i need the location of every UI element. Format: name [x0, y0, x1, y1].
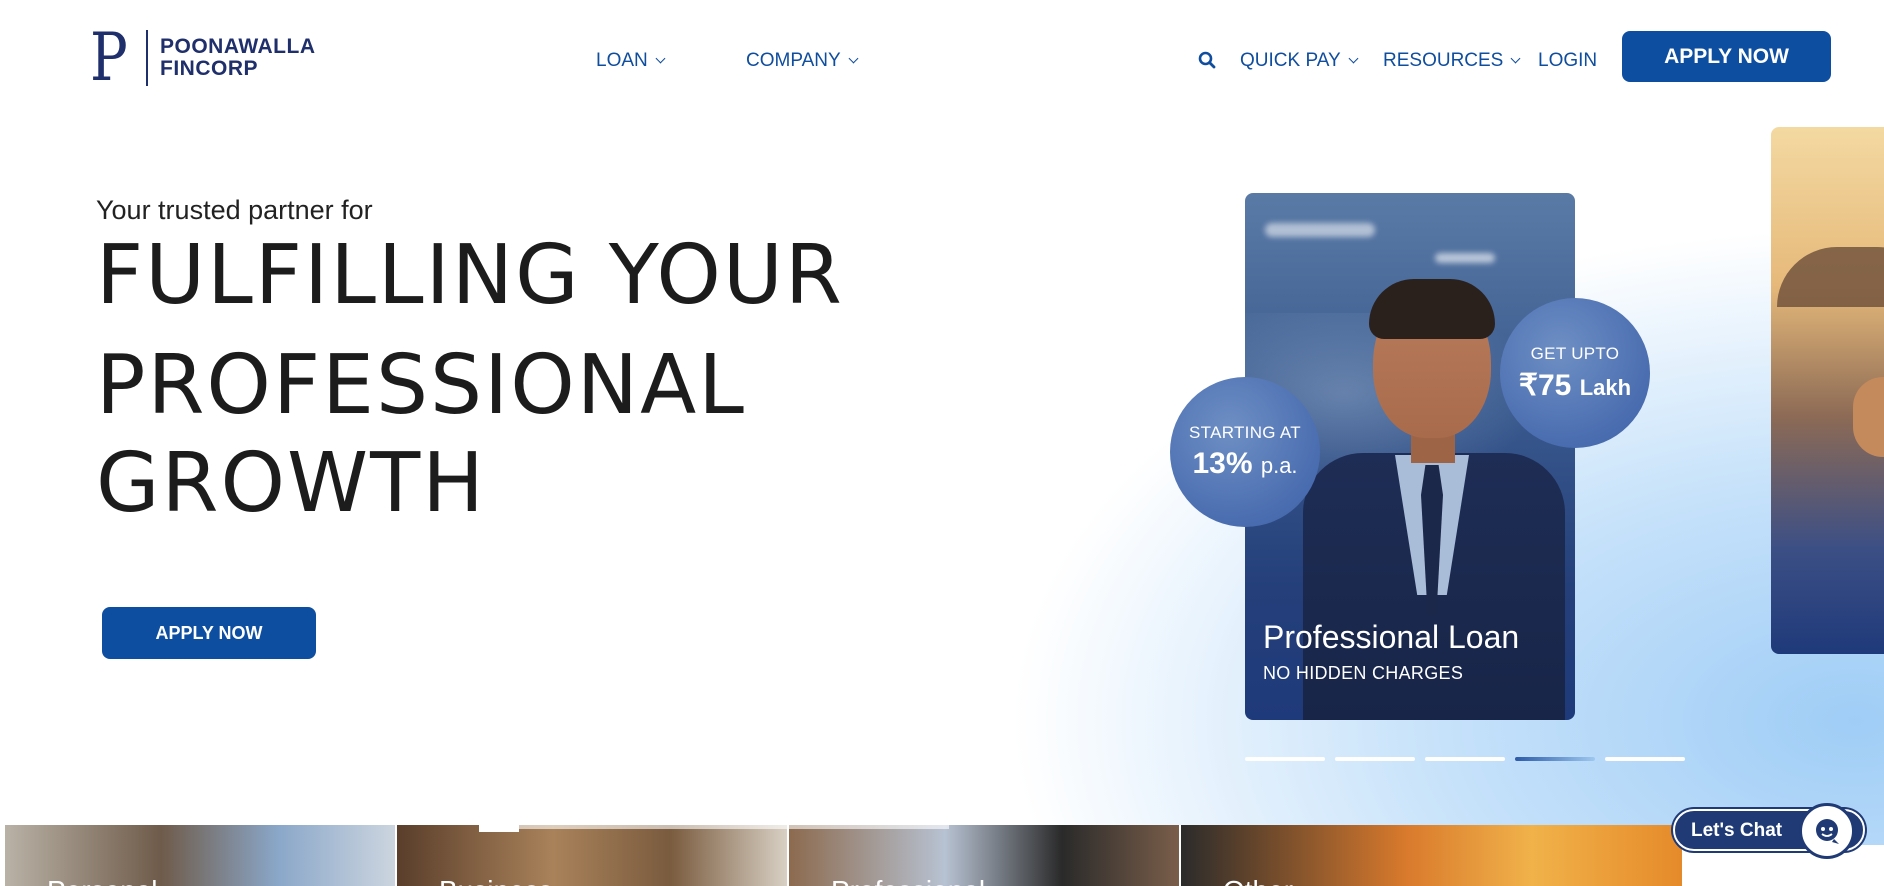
- hero-title-line-3: GROWTH: [96, 436, 486, 531]
- logo-wordmark: POONAWALLA FINCORP: [160, 36, 316, 80]
- interest-rate-badge: STARTING AT 13% p.a.: [1170, 377, 1320, 527]
- next-slide-card[interactable]: [1771, 127, 1884, 654]
- category-tile-label: Business: [439, 875, 553, 886]
- nav-company-label: COMPANY: [746, 50, 841, 71]
- hero-apply-now-button[interactable]: APPLY NOW: [102, 607, 316, 659]
- nav-resources-label: RESOURCES: [1383, 50, 1504, 71]
- loan-category-strip: Personal Business Professional Other: [5, 825, 1884, 886]
- chevron-down-icon: [655, 53, 666, 64]
- category-tile-label: Professional: [831, 875, 985, 886]
- strip-progress-indicator: [479, 825, 519, 832]
- site-header: P POONAWALLA FINCORP LOAN COMPANY QUICK …: [5, 5, 1884, 113]
- chat-label: Let's Chat: [1691, 820, 1783, 841]
- nav-resources[interactable]: RESOURCES: [1383, 50, 1521, 72]
- card-title: Professional Loan: [1263, 619, 1520, 655]
- nav-quick-pay[interactable]: QUICK PAY: [1240, 50, 1359, 72]
- badge-amount-label: GET UPTO: [1530, 343, 1620, 363]
- carousel-dot[interactable]: [1335, 757, 1415, 761]
- carousel-dot[interactable]: [1425, 757, 1505, 761]
- nav-login[interactable]: LOGIN: [1538, 50, 1597, 72]
- loan-amount-badge: GET UPTO ₹75 Lakh: [1500, 298, 1650, 448]
- header-apply-now-button[interactable]: APPLY NOW: [1622, 31, 1831, 82]
- nav-quick-pay-label: QUICK PAY: [1240, 50, 1341, 71]
- chevron-down-icon: [848, 53, 859, 64]
- category-tile-professional[interactable]: Professional: [789, 825, 1181, 886]
- badge-amount-unit: Lakh: [1579, 374, 1632, 400]
- carousel-dot-active[interactable]: [1515, 757, 1595, 761]
- chatbot-icon: [1799, 803, 1855, 859]
- badge-rate-value: 13%: [1192, 447, 1253, 480]
- category-tile-business[interactable]: Business: [397, 825, 789, 886]
- badge-amount-value: ₹75: [1518, 368, 1572, 402]
- hero-subtitle: Your trusted partner for: [96, 195, 373, 225]
- carousel-dot[interactable]: [1245, 757, 1325, 761]
- category-tile-personal[interactable]: Personal: [5, 825, 397, 886]
- carousel-dot[interactable]: [1605, 757, 1685, 761]
- chatbot-face-icon: [1816, 819, 1839, 844]
- chevron-down-icon: [1510, 53, 1521, 64]
- badge-amount-value-wrap: ₹75 Lakh: [1519, 368, 1631, 403]
- logo-divider: [146, 30, 148, 86]
- hero-title-line-1: FULFILLING YOUR: [96, 228, 844, 323]
- nav-company[interactable]: COMPANY: [746, 50, 859, 72]
- category-tile-label: Other: [1223, 875, 1293, 886]
- category-tile-other[interactable]: Other: [1181, 825, 1684, 886]
- page: P POONAWALLA FINCORP LOAN COMPANY QUICK …: [5, 5, 1884, 886]
- nav-loan[interactable]: LOAN: [596, 50, 666, 72]
- nav-login-label: LOGIN: [1538, 50, 1598, 71]
- badge-rate-unit: p.a.: [1260, 453, 1298, 478]
- person-illustration-hair: [1369, 279, 1495, 339]
- logo-line-1: POONAWALLA: [160, 35, 316, 58]
- slide-image-detail: [1853, 377, 1884, 457]
- category-tile-label: Personal: [47, 875, 158, 886]
- card-note: NO HIDDEN CHARGES: [1263, 663, 1464, 683]
- brand-logo[interactable]: P POONAWALLA FINCORP: [90, 19, 316, 96]
- chevron-down-icon: [1348, 53, 1359, 64]
- carousel-indicators: [1245, 757, 1685, 761]
- card-bg-light: [1435, 253, 1495, 263]
- card-bg-light: [1265, 223, 1375, 237]
- badge-rate-value-wrap: 13% p.a.: [1192, 447, 1297, 481]
- logo-line-2: FINCORP: [160, 57, 258, 80]
- logo-mark: P: [90, 19, 128, 96]
- strip-progress-track: [519, 825, 949, 829]
- nav-loan-label: LOAN: [596, 50, 648, 71]
- lets-chat-button[interactable]: Let's Chat: [1673, 803, 1865, 859]
- hero-title-line-2: PROFESSIONAL: [96, 338, 746, 433]
- slide-image-detail: [1777, 247, 1884, 307]
- search-icon[interactable]: [1198, 51, 1216, 69]
- badge-rate-label: STARTING AT: [1189, 423, 1301, 442]
